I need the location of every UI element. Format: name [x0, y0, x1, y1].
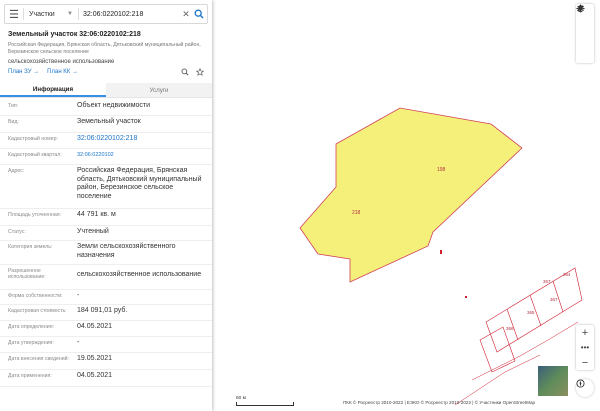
compass-icon: [576, 379, 585, 388]
search-input[interactable]: 32:06:0220102:218: [79, 11, 181, 18]
row-value: 184 091,01 руб.: [77, 307, 128, 314]
row-value: Земли сельскохозяйственного назначения: [77, 243, 176, 259]
parcel-use: сельскохозяйственное использование: [8, 59, 115, 65]
parcel-address: Российская Федерация, Брянская область, …: [8, 42, 201, 55]
row-label: Кадастровая стоимость:: [8, 308, 67, 314]
crosshair-icon: [576, 4, 585, 13]
info-row: Дата определения: 04.05.2021: [0, 320, 212, 337]
boundary-line-2: [454, 354, 541, 406]
locate-button[interactable]: [576, 4, 594, 63]
scale-label: 60 м: [236, 396, 246, 401]
menu-icon[interactable]: ☰: [5, 5, 23, 23]
info-row: Тип: Объект недвижимости: [0, 99, 212, 116]
info-row: Дата применения: 04.05.2021: [0, 369, 212, 387]
plan-links: План ЗУ → План КК →: [8, 69, 78, 75]
row-value: 44 791 кв. м: [77, 211, 116, 218]
neighbour-label: 365: [527, 310, 535, 315]
row-value: сельскохозяйственное использование: [77, 271, 202, 278]
row-value: 04.05.2021: [77, 323, 113, 330]
row-label: Дата применения:: [8, 373, 52, 379]
map-attribution[interactable]: ПКК © Росреестр 2010-2022 | ЕЭКО © Росре…: [343, 400, 535, 405]
neighbour-label: 367: [550, 297, 558, 302]
info-row: Площадь уточненная: 44 791 кв. м: [0, 208, 212, 226]
zoom-to-icon[interactable]: [181, 68, 189, 76]
parcel-label: 198: [437, 167, 446, 173]
search-category-label: Участки: [29, 10, 55, 18]
selected-parcel[interactable]: [299, 107, 523, 283]
info-panel: ☰ Участки ▼ 32:06:0220102:218 ✕ Земельны…: [0, 0, 212, 411]
row-label: Дата определения:: [8, 324, 54, 330]
more-button[interactable]: •••: [576, 340, 594, 355]
row-value: Российская Федерация, Брянская область, …: [77, 167, 202, 200]
row-label: Вид:: [8, 119, 19, 125]
row-value: Земельный участок: [77, 118, 141, 125]
map-toolbar: [576, 4, 594, 63]
cadastral-quarter-link[interactable]: 32:06:0220102: [77, 151, 207, 160]
search-icon: [194, 9, 204, 19]
plan-kk-link[interactable]: План КК →: [47, 69, 78, 75]
neighbour-label: 367: [543, 279, 551, 284]
parcel-title: Земельный участок 32:06:0220102:218: [8, 31, 141, 38]
star-icon[interactable]: [196, 68, 204, 76]
header-actions: [181, 68, 204, 76]
search-category-select[interactable]: Участки ▼: [24, 11, 78, 18]
info-row: Дата внесения сведений: 19.05.2021: [0, 352, 212, 370]
info-row: Категория земель: Земли сельскохозяйстве…: [0, 240, 212, 265]
scale-bar: 60 м: [236, 396, 294, 406]
info-row: Вид: Земельный участок: [0, 115, 212, 133]
zoom-out-button[interactable]: −: [576, 355, 594, 370]
basemap-switcher-thumbnail[interactable]: [537, 365, 569, 397]
zoom-controls: + ••• −: [576, 325, 594, 370]
search-bar: ☰ Участки ▼ 32:06:0220102:218 ✕: [4, 4, 208, 24]
plan-zu-link[interactable]: План ЗУ →: [8, 69, 39, 75]
tab-services[interactable]: Услуги: [106, 83, 212, 97]
compass-button[interactable]: [576, 379, 594, 397]
chevron-down-icon: ▼: [67, 11, 73, 17]
zoom-in-button[interactable]: +: [576, 325, 594, 340]
cadastral-number-link[interactable]: 32:06:0220102:218: [77, 135, 207, 144]
info-row: Адрес: Российская Федерация, Брянская об…: [0, 164, 212, 209]
neighbour-parcel-2[interactable]: [479, 326, 516, 373]
panel-tabs: Информация Услуги: [0, 83, 212, 98]
search-button[interactable]: [191, 6, 207, 22]
clear-icon[interactable]: ✕: [181, 9, 191, 20]
parcel-header: Земельный участок 32:06:0220102:218 Росс…: [8, 31, 204, 65]
row-value: -: [77, 292, 80, 299]
row-label: Категория земель:: [8, 244, 53, 250]
neighbour-label: 364: [563, 272, 571, 277]
neighbour-label: 366: [506, 326, 514, 331]
row-value: Объект недвижимости: [77, 102, 151, 109]
info-row: Кадастровый номер: 32:06:0220102:218: [0, 132, 212, 149]
info-row: Разрешенное использование: сельскохозяйс…: [0, 264, 212, 290]
parcel-label: 218: [352, 210, 361, 216]
row-label: Кадастровый номер:: [8, 136, 58, 142]
row-label: Площадь уточненная:: [8, 212, 62, 218]
row-label: Тип:: [8, 103, 19, 109]
row-label: Дата утверждения:: [8, 340, 54, 346]
row-value: -: [77, 339, 80, 346]
row-value: Учтенный: [77, 228, 109, 235]
info-row: Кадастровый квартал: 32:06:0220102: [0, 148, 212, 165]
measure-button[interactable]: [576, 5, 594, 44]
tab-info[interactable]: Информация: [0, 83, 106, 97]
row-label: Форма собственности:: [8, 293, 63, 299]
row-label: Статус:: [8, 229, 26, 235]
row-label: Дата внесения сведений:: [8, 356, 70, 362]
row-label: Адрес:: [8, 168, 25, 174]
row-value: 19.05.2021: [77, 355, 113, 362]
row-label: Разрешенное использование:: [8, 268, 46, 280]
row-label: Кадастровый квартал:: [8, 152, 62, 158]
info-row: Статус: Учтенный: [0, 225, 212, 241]
info-row: Кадастровая стоимость: 184 091,01 руб.: [0, 304, 212, 321]
info-row: Дата утверждения: -: [0, 336, 212, 353]
row-value: 04.05.2021: [77, 372, 113, 379]
info-row: Форма собственности: -: [0, 289, 212, 305]
